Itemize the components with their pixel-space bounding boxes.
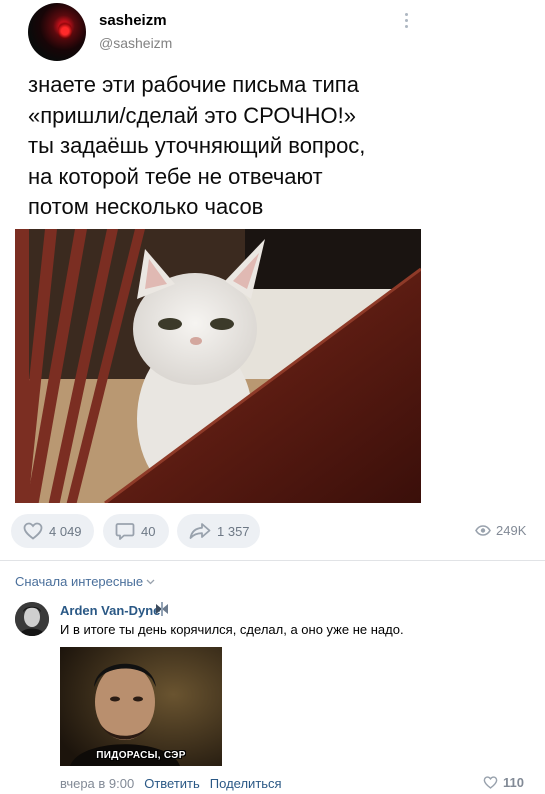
like-count: 4 049 [49, 523, 82, 539]
post-text-line: знаете эти рабочие письма типа [28, 72, 359, 97]
author-handle[interactable]: @sasheizm [99, 35, 172, 51]
post-text-line: на которой тебе не отвечают [28, 163, 323, 189]
comment-meta: вчера в 9:00 Ответить Поделиться [60, 776, 282, 791]
heart-icon [23, 522, 43, 540]
commenter-avatar[interactable] [15, 602, 49, 636]
share-icon [189, 523, 211, 539]
author-name[interactable]: sasheizm [99, 12, 167, 29]
share-count: 1 357 [217, 523, 250, 539]
reply-button[interactable]: Ответить [144, 776, 200, 791]
chevron-down-icon [146, 579, 155, 584]
meme-caption: ПИДОРАСЫ, СЭР [96, 750, 186, 761]
comment-time[interactable]: вчера в 9:00 [60, 776, 134, 791]
comment-icon [115, 522, 135, 540]
comment-count: 40 [141, 523, 156, 539]
like-button[interactable]: 4 049 [11, 514, 94, 548]
comment-text: И в итоге ты день корячился, сделал, а о… [60, 622, 404, 637]
post-header: sasheizm @sasheizm [0, 0, 545, 64]
heart-icon [483, 776, 498, 789]
more-options-icon[interactable] [400, 11, 412, 31]
share-button[interactable]: 1 357 [177, 514, 260, 548]
commenter-avatar-image [15, 602, 49, 636]
post-text-line: потом несколько часов [28, 194, 264, 219]
badge-icon [154, 601, 170, 617]
cat-photo-illustration [15, 229, 421, 503]
post-text-line: ты задаёшь уточняющий вопрос, [28, 133, 366, 158]
commenter-name[interactable]: Arden Van-Dyne [60, 603, 160, 618]
share-comment-button[interactable]: Поделиться [210, 776, 282, 791]
post-actions: 4 049 40 1 357 249K [0, 514, 545, 550]
meme-illustration [60, 647, 222, 766]
post-text: знаете эти рабочие письма типа «пришли/с… [28, 70, 448, 223]
sort-label: Сначала интересные [15, 574, 144, 589]
comment-image[interactable]: ПИДОРАСЫ, СЭР [60, 647, 222, 766]
views-counter: 249K [475, 523, 526, 538]
comment-button[interactable]: 40 [103, 514, 169, 548]
section-divider [0, 560, 545, 561]
comment-like-button[interactable]: 110 [483, 775, 524, 790]
views-count: 249K [496, 523, 527, 538]
post-photo[interactable] [15, 229, 421, 503]
eye-icon [475, 525, 491, 536]
post-text-line: «пришли/сделай это СРОЧНО!» [28, 102, 357, 128]
author-avatar[interactable] [28, 3, 86, 61]
comments-sort-dropdown[interactable]: Сначала интересные [15, 574, 155, 589]
comment-like-count: 110 [503, 775, 524, 790]
